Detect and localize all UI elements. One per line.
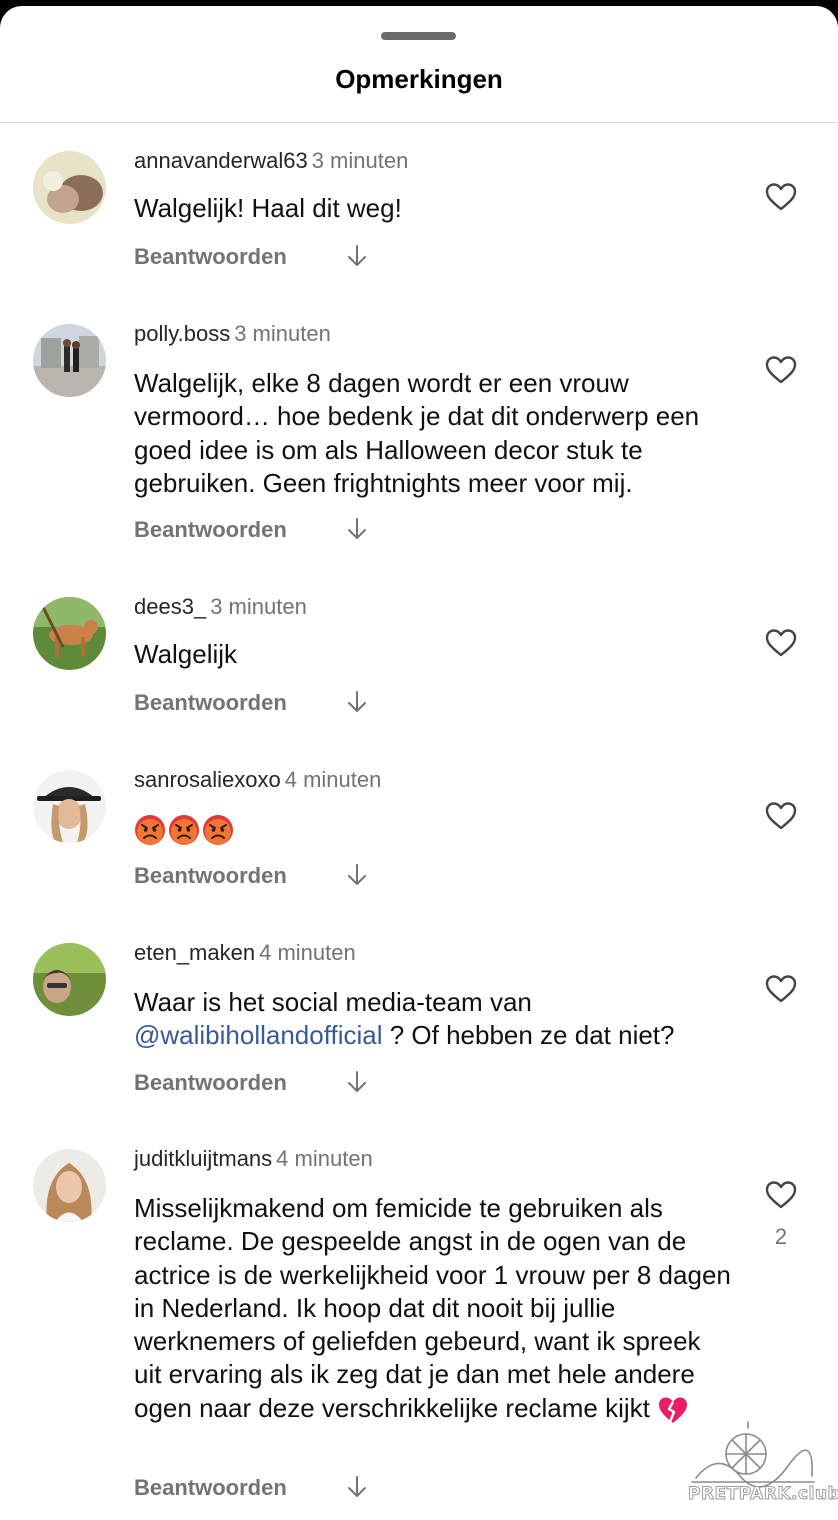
timestamp: 3 minuten: [210, 594, 307, 619]
comment-text-part: Waar is het social media-team van: [134, 987, 532, 1017]
avatar[interactable]: [33, 324, 106, 397]
like-count: 2: [774, 1224, 788, 1249]
heart-icon[interactable]: [765, 801, 797, 831]
mention-link[interactable]: @walibihollandofficial: [134, 1020, 383, 1050]
comments-sheet: Opmerkingen annavanderwal63 3 minuten Wal…: [0, 6, 838, 1520]
reply-button[interactable]: Beantwoorden: [134, 1070, 287, 1096]
sheet-title: Opmerkingen: [335, 64, 503, 94]
reply-button[interactable]: Beantwoorden: [134, 244, 287, 270]
username[interactable]: polly.boss: [134, 321, 230, 346]
arrow-down-icon[interactable]: [346, 1475, 368, 1499]
comment-meta: polly.boss 3 minuten: [134, 321, 331, 347]
comment-text-part: ? Of hebben ze dat niet?: [382, 1020, 675, 1051]
comment-meta: juditkluijtmans 4 minuten: [134, 1146, 373, 1172]
heart-icon[interactable]: [765, 355, 797, 385]
avatar[interactable]: [33, 943, 106, 1016]
reply-button[interactable]: Beantwoorden: [134, 690, 287, 716]
avatar[interactable]: [33, 1149, 106, 1222]
heart-icon[interactable]: [765, 1180, 797, 1210]
divider: [0, 122, 838, 123]
comment-text: Walgelijk: [134, 639, 238, 669]
angry-face-icon: [169, 815, 199, 846]
comment-meta: sanrosaliexoxo 4 minuten: [134, 767, 381, 793]
avatar[interactable]: [33, 770, 106, 843]
angry-face-icon: [135, 815, 165, 846]
comment-text: Walgelijk, elke 8 dagen wordt er een vro…: [134, 368, 700, 498]
avatar[interactable]: [33, 151, 106, 224]
comment-text-part: Misselijkmakend om femicide te gebruiken…: [134, 1193, 731, 1423]
arrow-down-icon[interactable]: [346, 1070, 368, 1094]
timestamp: 3 minuten: [311, 148, 409, 173]
comment-text: Walgelijk! Haal dit weg!: [134, 193, 402, 223]
drag-handle[interactable]: [381, 32, 456, 40]
watermark-text: PRETPARK.club: [688, 1484, 838, 1505]
broken-heart-icon: [659, 1397, 688, 1423]
comment-meta: eten_maken 4 minuten: [134, 940, 356, 966]
username[interactable]: sanrosaliexoxo: [134, 767, 281, 792]
avatar[interactable]: [33, 597, 106, 670]
timestamp: 3 minuten: [234, 321, 331, 346]
arrow-down-icon[interactable]: [346, 517, 368, 541]
username[interactable]: annavanderwal63: [134, 148, 308, 173]
heart-icon[interactable]: [765, 182, 797, 212]
timestamp: 4 minuten: [259, 940, 356, 965]
timestamp: 4 minuten: [276, 1146, 373, 1171]
username[interactable]: juditkluijtmans: [134, 1146, 272, 1171]
username[interactable]: dees3_: [134, 594, 206, 619]
reply-button[interactable]: Beantwoorden: [134, 863, 287, 889]
reply-button[interactable]: Beantwoorden: [134, 1475, 287, 1501]
timestamp: 4 minuten: [284, 767, 382, 792]
comment-meta: annavanderwal63 3 minuten: [134, 148, 408, 174]
username[interactable]: eten_maken: [134, 940, 255, 965]
heart-icon[interactable]: [765, 628, 797, 658]
arrow-down-icon[interactable]: [346, 244, 368, 268]
comment-text: Waar is het social media-team van @walibi…: [134, 986, 734, 1053]
comment-text: [134, 812, 734, 846]
comment-text: Misselijkmakend om femicide te gebruiken…: [134, 1192, 734, 1425]
arrow-down-icon[interactable]: [346, 690, 368, 714]
arrow-down-icon[interactable]: [346, 863, 368, 887]
angry-face-icon: [203, 815, 233, 846]
heart-icon[interactable]: [765, 974, 797, 1004]
reply-button[interactable]: Beantwoorden: [134, 517, 287, 543]
comment-meta: dees3_ 3 minuten: [134, 594, 307, 620]
